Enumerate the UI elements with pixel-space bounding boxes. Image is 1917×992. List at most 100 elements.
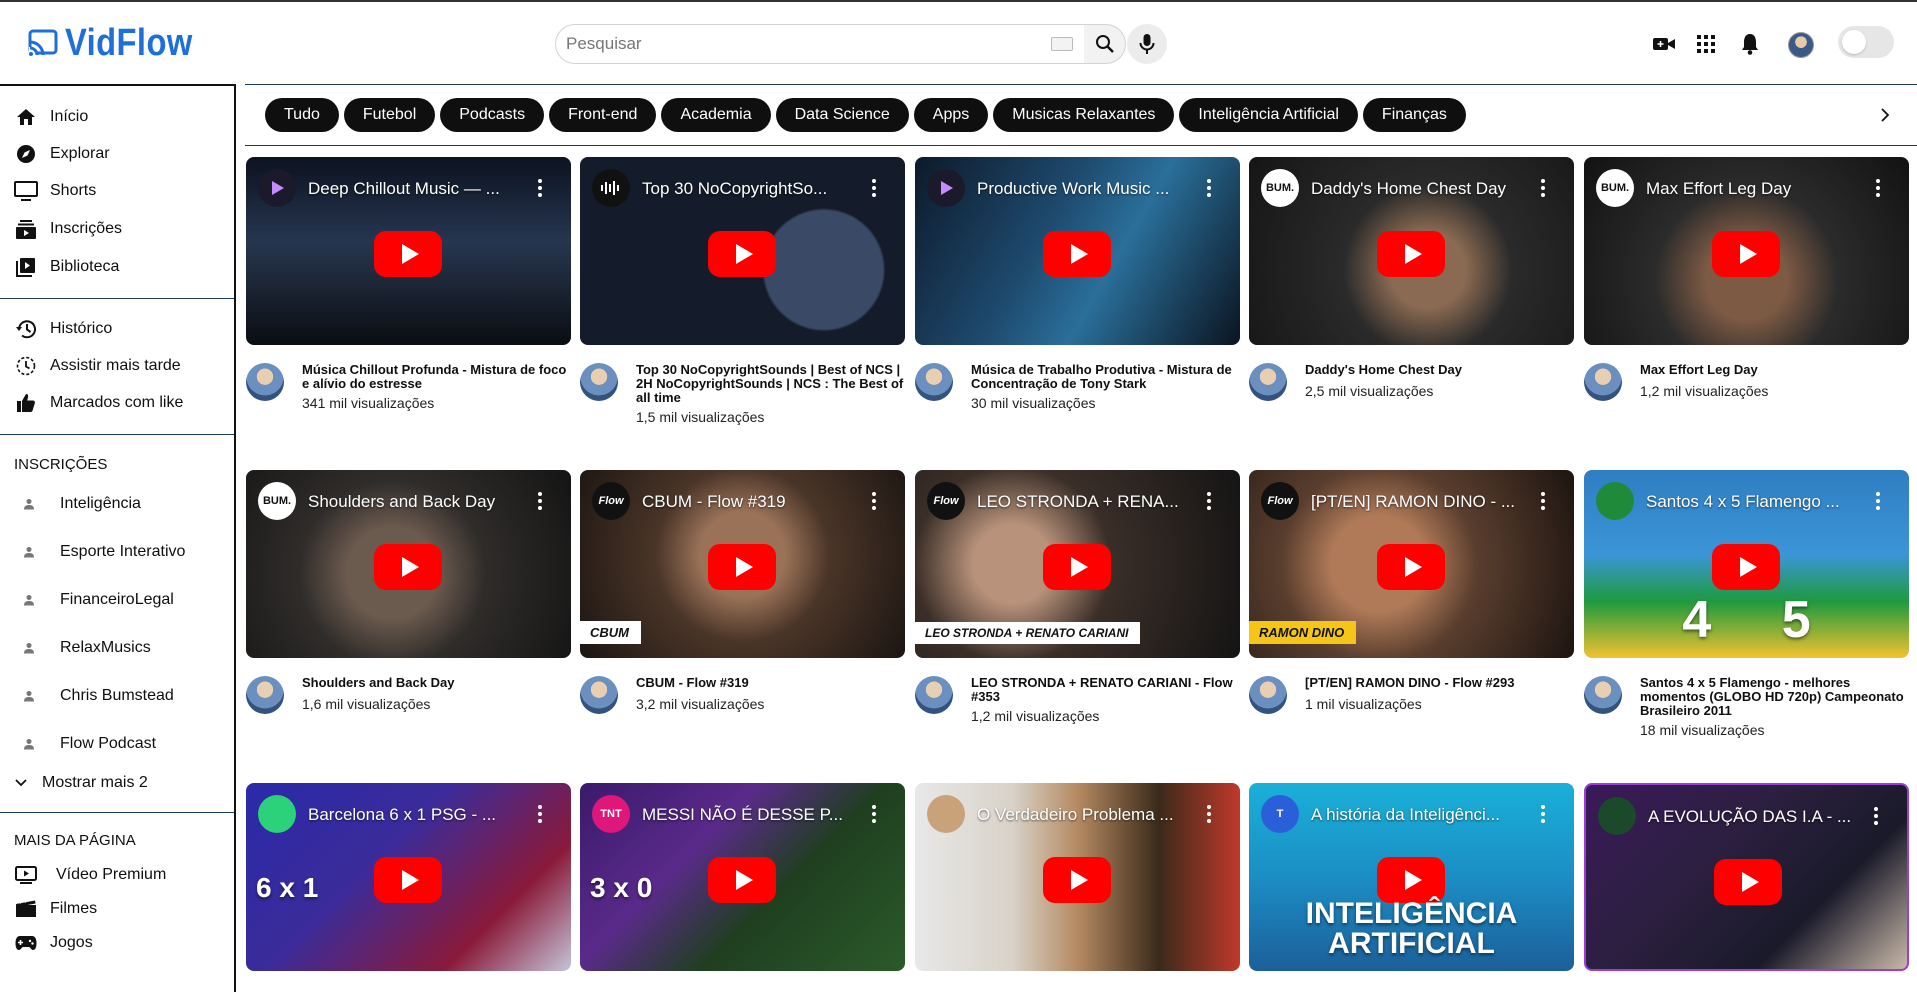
chip-podcasts[interactable]: Podcasts: [440, 98, 545, 132]
play-button[interactable]: [708, 857, 776, 903]
chips-next-button[interactable]: [1872, 102, 1898, 128]
channel-avatar[interactable]: [246, 363, 284, 401]
video-title[interactable]: Top 30 NoCopyrightSounds | Best of NCS |…: [636, 363, 906, 405]
video-thumbnail[interactable]: Flow [PT/EN] RAMON DINO - ... RAMON DINO: [1249, 470, 1574, 658]
subscription-item[interactable]: Chris Bumstead: [22, 684, 174, 708]
play-button[interactable]: [374, 857, 442, 903]
subscription-item[interactable]: Esporte Interativo: [22, 540, 185, 564]
channel-avatar[interactable]: [246, 676, 284, 714]
more-options-icon[interactable]: [1875, 179, 1881, 197]
video-title[interactable]: CBUM - Flow #319: [636, 676, 906, 690]
more-options-icon[interactable]: [1873, 807, 1879, 825]
more-options-icon[interactable]: [1540, 805, 1546, 823]
more-options-icon[interactable]: [1206, 805, 1212, 823]
chip-academia[interactable]: Academia: [661, 98, 771, 132]
video-thumbnail[interactable]: Productive Work Music ...: [915, 157, 1240, 345]
video-thumbnail[interactable]: Top 30 NoCopyrightSo...: [580, 157, 905, 345]
play-button[interactable]: [1712, 231, 1780, 277]
subscription-item[interactable]: RelaxMusics: [22, 636, 151, 660]
more-options-icon[interactable]: [1540, 492, 1546, 510]
more-options-icon[interactable]: [1206, 179, 1212, 197]
chip-musicas-relaxantes[interactable]: Musicas Relaxantes: [993, 98, 1175, 132]
notifications-button[interactable]: [1738, 32, 1762, 56]
video-card[interactable]: A EVOLUÇÃO DAS I.A - ...: [1584, 783, 1909, 971]
chip-apps[interactable]: Apps: [913, 98, 989, 132]
video-card[interactable]: TNT MESSI NÃO É DESSE P... 3 x 0: [580, 783, 905, 971]
play-button[interactable]: [374, 544, 442, 590]
play-button[interactable]: [1043, 544, 1111, 590]
more-options-icon[interactable]: [537, 492, 543, 510]
video-card[interactable]: Flow [PT/EN] RAMON DINO - ... RAMON DINO…: [1249, 470, 1574, 768]
video-thumbnail[interactable]: BUM. Shoulders and Back Day: [246, 470, 571, 658]
video-thumbnail[interactable]: TNT MESSI NÃO É DESSE P... 3 x 0: [580, 783, 905, 971]
video-thumbnail[interactable]: Flow CBUM - Flow #319 CBUM: [580, 470, 905, 658]
more-options-icon[interactable]: [871, 805, 877, 823]
play-button[interactable]: [708, 544, 776, 590]
more-options-icon[interactable]: [537, 179, 543, 197]
chip-data-science[interactable]: Data Science: [775, 98, 909, 132]
theme-toggle[interactable]: [1838, 26, 1894, 58]
apps-button[interactable]: [1694, 32, 1718, 56]
channel-avatar[interactable]: [1584, 363, 1622, 401]
more-options-icon[interactable]: [537, 805, 543, 823]
video-card[interactable]: Deep Chillout Music — ... Música Chillou…: [246, 157, 571, 455]
sidebar-item-marcados-com-like[interactable]: Marcados com like: [14, 390, 183, 416]
sidebar-item-explorar[interactable]: Explorar: [14, 141, 110, 167]
video-title[interactable]: Música de Trabalho Produtiva - Mistura d…: [971, 363, 1241, 391]
sidebar-item-historico[interactable]: Histórico: [14, 316, 112, 342]
more-options-icon[interactable]: [871, 179, 877, 197]
sidebar-item-biblioteca[interactable]: Biblioteca: [14, 254, 119, 280]
channel-avatar[interactable]: [1584, 676, 1622, 714]
sidebar-item-inscricoes[interactable]: Inscrições: [14, 216, 122, 242]
video-title[interactable]: [PT/EN] RAMON DINO - Flow #293: [1305, 676, 1575, 690]
video-card[interactable]: Santos 4 x 5 Flamengo ... 4 5 Santos 4 x…: [1584, 470, 1909, 768]
video-thumbnail[interactable]: Santos 4 x 5 Flamengo ... 4 5: [1584, 470, 1909, 658]
video-card[interactable]: O Verdadeiro Problema ...: [915, 783, 1240, 971]
channel-avatar[interactable]: [1249, 363, 1287, 401]
chip-financas[interactable]: Finanças: [1362, 98, 1466, 132]
play-button[interactable]: [1043, 231, 1111, 277]
channel-avatar[interactable]: [915, 363, 953, 401]
video-card[interactable]: BUM. Daddy's Home Chest Day Daddy's Home…: [1249, 157, 1574, 455]
video-thumbnail[interactable]: BUM. Daddy's Home Chest Day: [1249, 157, 1574, 345]
chip-front-end[interactable]: Front-end: [549, 98, 657, 132]
video-title[interactable]: Música Chillout Profunda - Mistura de fo…: [302, 363, 572, 391]
chip-futebol[interactable]: Futebol: [343, 98, 436, 132]
play-button[interactable]: [374, 231, 442, 277]
sidebar-item-inicio[interactable]: Início: [14, 104, 88, 130]
play-button[interactable]: [708, 231, 776, 277]
video-thumbnail[interactable]: Flow LEO STRONDA + RENA... LEO STRONDA +…: [915, 470, 1240, 658]
video-thumbnail[interactable]: A EVOLUÇÃO DAS I.A - ...: [1584, 783, 1909, 971]
video-thumbnail[interactable]: BUM. Max Effort Leg Day: [1584, 157, 1909, 345]
video-card[interactable]: Flow CBUM - Flow #319 CBUM CBUM - Flow #…: [580, 470, 905, 768]
play-button[interactable]: [1377, 544, 1445, 590]
chip-tudo[interactable]: Tudo: [265, 98, 339, 132]
sidebar-item-filmes[interactable]: Filmes: [14, 896, 97, 922]
search-button[interactable]: [1084, 24, 1126, 64]
video-card[interactable]: Flow LEO STRONDA + RENA... LEO STRONDA +…: [915, 470, 1240, 768]
play-button[interactable]: [1712, 544, 1780, 590]
video-card[interactable]: Barcelona 6 x 1 PSG - ... 6 x 1: [246, 783, 571, 971]
user-avatar[interactable]: [1788, 32, 1814, 58]
video-title[interactable]: Santos 4 x 5 Flamengo - melhores momento…: [1640, 676, 1910, 718]
video-thumbnail[interactable]: Barcelona 6 x 1 PSG - ... 6 x 1: [246, 783, 571, 971]
video-title[interactable]: Daddy's Home Chest Day: [1305, 363, 1575, 377]
video-card[interactable]: Productive Work Music ... Música de Trab…: [915, 157, 1240, 455]
video-card[interactable]: BUM. Max Effort Leg Day Max Effort Leg D…: [1584, 157, 1909, 455]
channel-avatar[interactable]: [915, 676, 953, 714]
sidebar-item-shorts[interactable]: Shorts: [14, 178, 96, 204]
subscription-item[interactable]: FinanceiroLegal: [22, 588, 174, 612]
subscription-item[interactable]: Flow Podcast: [22, 732, 156, 756]
channel-avatar[interactable]: [580, 676, 618, 714]
voice-search-button[interactable]: [1127, 24, 1167, 64]
sidebar-item-video-premium[interactable]: Vídeo Premium: [14, 862, 166, 888]
play-button[interactable]: [1377, 231, 1445, 277]
sidebar-item-jogos[interactable]: Jogos: [14, 930, 93, 956]
video-title[interactable]: Max Effort Leg Day: [1640, 363, 1910, 377]
app-logo[interactable]: VidFlow: [27, 24, 213, 62]
video-card[interactable]: T A história da Inteligênci... INTELIGÊN…: [1249, 783, 1574, 971]
video-thumbnail[interactable]: O Verdadeiro Problema ...: [915, 783, 1240, 971]
more-options-icon[interactable]: [871, 492, 877, 510]
video-thumbnail[interactable]: Deep Chillout Music — ...: [246, 157, 571, 345]
video-card[interactable]: Top 30 NoCopyrightSo... Top 30 NoCopyrig…: [580, 157, 905, 455]
